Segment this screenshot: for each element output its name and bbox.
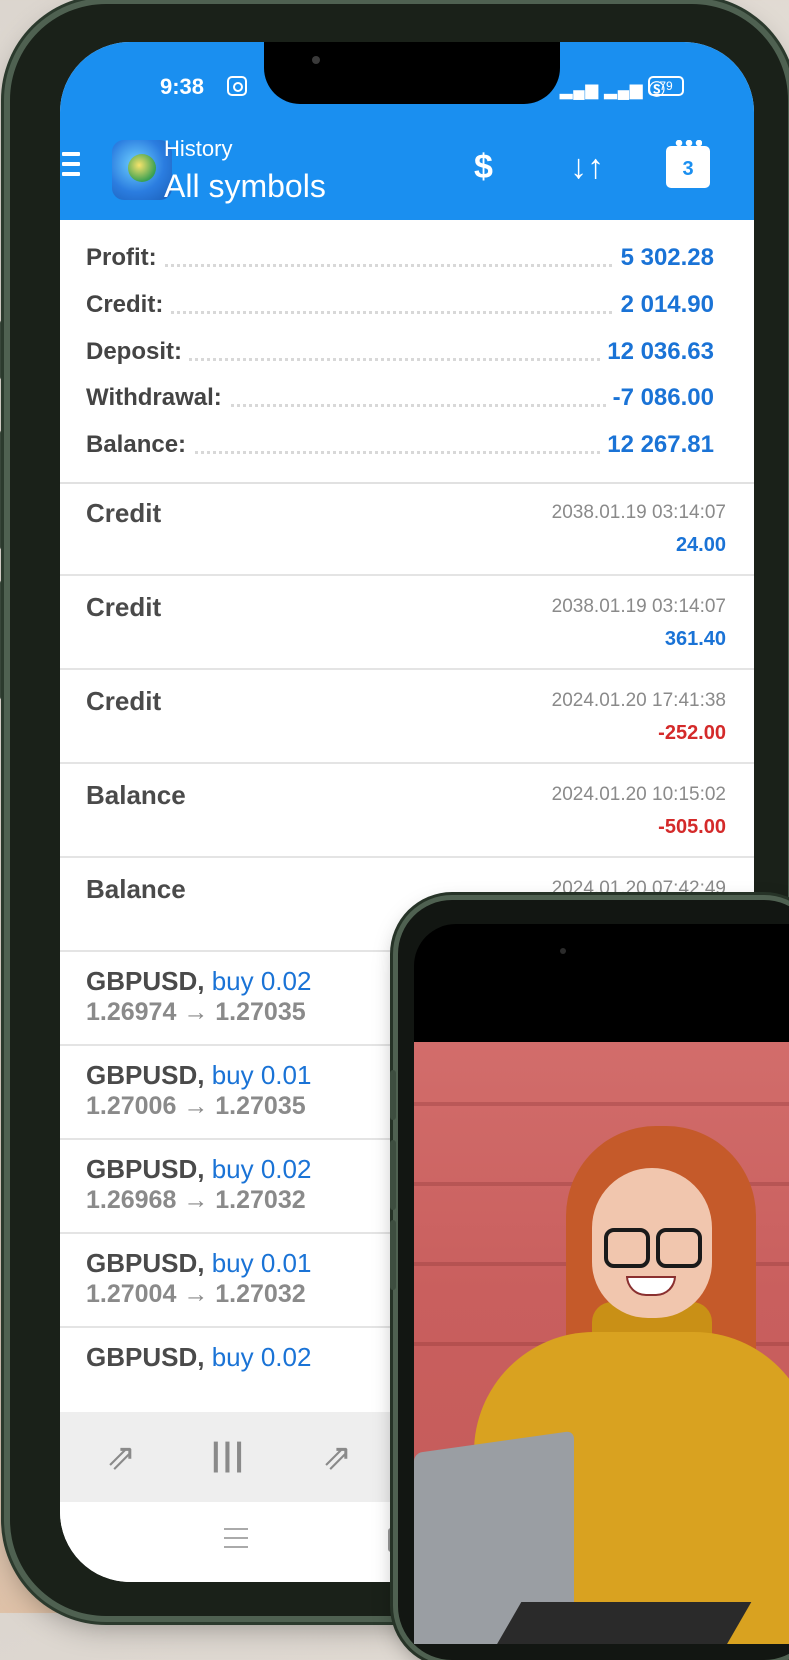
history-summary: Profit: 5 302.28 Credit: 2 014.90 Deposit:…	[60, 220, 754, 484]
metatrader-logo-icon	[112, 140, 172, 200]
sort-icon[interactable]: ↓↑	[570, 148, 604, 187]
history-type: Balance	[86, 874, 186, 904]
trade-symbol: GBPUSD, buy 0.01	[86, 1248, 312, 1278]
face	[592, 1168, 712, 1318]
phone-side-button	[390, 1220, 396, 1290]
phone-side-button	[390, 1140, 396, 1210]
secondary-phone-screen	[414, 924, 789, 1644]
history-row[interactable]: Credit 2024.01.20 17:41:38 -252.00	[60, 670, 754, 764]
history-amount: -252.00	[658, 722, 726, 744]
summary-balance: Balance: 12 267.81	[86, 431, 714, 459]
chart-icon[interactable]: ┃┃┃	[208, 1442, 247, 1473]
history-date: 2024.01.20 10:15:02	[551, 784, 726, 805]
battery-icon: 79	[648, 76, 684, 96]
phone-notch	[264, 42, 560, 104]
trade-side: buy 0.01	[211, 1060, 312, 1090]
trade-prices: 1.26974 → 1.27035	[86, 998, 306, 1026]
history-row[interactable]: Balance 2024.01.20 10:15:02 -505.00	[60, 764, 754, 858]
trade-prices: 1.26968 → 1.27032	[86, 1186, 306, 1214]
history-row[interactable]: Credit 2038.01.19 03:14:07 24.00	[60, 482, 754, 576]
app-bar-title[interactable]: All symbols	[164, 168, 326, 205]
trade-side: buy 0.02	[211, 1154, 312, 1184]
history-row[interactable]: Credit 2038.01.19 03:14:07 361.40	[60, 576, 754, 670]
recent-apps-icon[interactable]	[224, 1528, 248, 1555]
camera-dot	[560, 948, 566, 954]
menu-icon[interactable]	[62, 152, 80, 176]
trade-prices: 1.27004 → 1.27032	[86, 1280, 306, 1308]
calendar-icon[interactable]: 3	[666, 140, 710, 188]
phone-side-button-top	[0, 320, 7, 380]
history-amount: 361.40	[664, 628, 726, 650]
phone-side-button-low	[0, 580, 7, 700]
secondary-phone	[390, 900, 789, 1660]
glasses-icon	[656, 1228, 702, 1268]
trade-symbol: GBPUSD, buy 0.02	[86, 966, 312, 996]
summary-credit: Credit: 2 014.90	[86, 291, 714, 319]
trade-symbol: GBPUSD, buy 0.02	[86, 1342, 312, 1372]
status-time: 9:38	[160, 74, 205, 99]
history-type: Balance	[86, 780, 186, 810]
glasses-icon	[604, 1228, 650, 1268]
smile	[626, 1276, 676, 1296]
instagram-notification-icon	[227, 76, 247, 96]
summary-deposit: Deposit: 12 036.63	[86, 338, 714, 366]
app-bar-subtitle: History	[164, 136, 233, 161]
trade-symbol: GBPUSD, buy 0.02	[86, 1154, 312, 1184]
woman-photo	[414, 1042, 789, 1644]
summary-withdrawal: Withdrawal: -7 086.00	[86, 384, 714, 412]
currency-filter-icon[interactable]: $	[474, 148, 493, 187]
trade-side: buy 0.02	[211, 966, 312, 996]
trade-icon[interactable]: ⇗	[322, 1436, 352, 1478]
history-type: Credit	[86, 498, 162, 528]
trade-symbol: GBPUSD, buy 0.01	[86, 1060, 312, 1090]
history-date: 2024.01.20 17:41:38	[551, 690, 726, 711]
history-amount: 24.00	[675, 534, 726, 556]
summary-profit: Profit: 5 302.28	[86, 244, 714, 272]
history-type: Credit	[86, 686, 162, 716]
phone-side-button	[390, 1070, 396, 1120]
trade-prices: 1.27006 → 1.27035	[86, 1092, 306, 1120]
history-type: Credit	[86, 592, 162, 622]
history-date: 2024.01.20 07:42:49	[551, 878, 726, 899]
phone-side-button-mid	[0, 430, 7, 550]
laptop-keyboard	[486, 1602, 752, 1644]
trade-side: buy 0.01	[211, 1248, 312, 1278]
history-date: 2038.01.19 03:14:07	[551, 502, 726, 523]
history-amount: -505.00	[658, 816, 726, 838]
quotes-icon[interactable]: ⇗	[106, 1436, 136, 1478]
trade-side: buy 0.02	[211, 1342, 312, 1372]
history-date: 2038.01.19 03:14:07	[551, 596, 726, 617]
